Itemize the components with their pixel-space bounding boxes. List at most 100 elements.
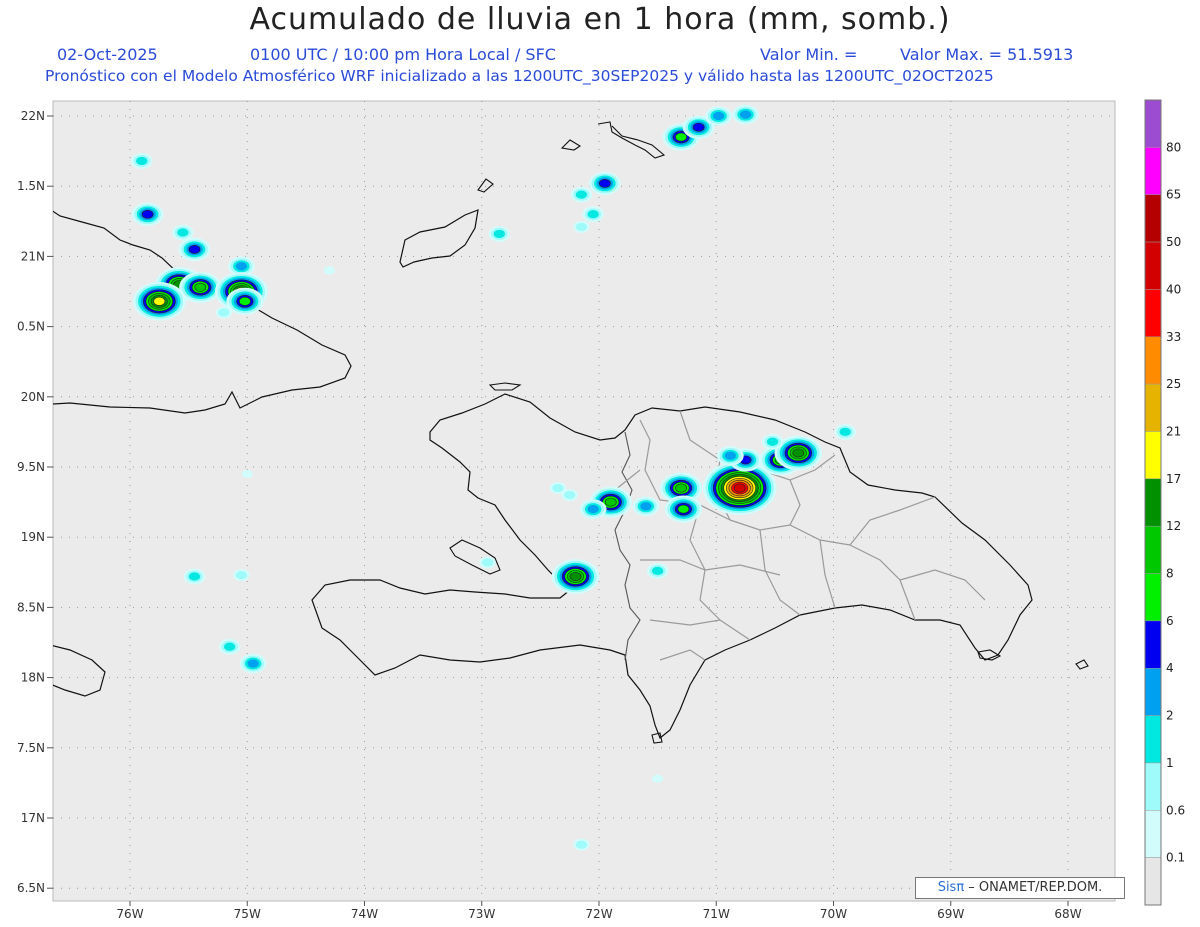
colorbar-swatch [1144, 762, 1162, 811]
rain-cell [479, 556, 496, 569]
colorbar-swatch [1144, 715, 1162, 764]
colorbar-swatch [1144, 810, 1162, 858]
rain-contour [241, 469, 253, 479]
lon-tick-label: 76W [116, 907, 143, 921]
lat-tick-label: 19N [21, 530, 45, 544]
colorbar-label: 0.6 [1166, 803, 1185, 817]
rain-cell [732, 104, 759, 125]
lon-tick-label: 69W [937, 907, 964, 921]
colorbar-label: 50 [1166, 235, 1181, 249]
colorbar-label: 40 [1166, 282, 1181, 296]
credit-brand: Sisπ [937, 880, 965, 895]
rain-cell [716, 445, 744, 466]
credit-box: Sisπ – ONAMET/REP.DOM. [915, 877, 1125, 899]
map-frame [52, 100, 1116, 902]
rain-cell [241, 469, 253, 479]
colorbar-swatch [1144, 857, 1162, 906]
rain-cell [632, 496, 660, 517]
rain-contour [564, 490, 576, 500]
rain-cell [226, 287, 264, 315]
rain-cell [582, 206, 604, 223]
rain-cell [573, 838, 590, 851]
colorbar-label: 17 [1166, 472, 1181, 486]
lat-tick-label: 22N [21, 109, 45, 123]
rain-contour [218, 308, 230, 317]
colorbar-swatch [1144, 478, 1162, 527]
rain-cell [171, 224, 194, 241]
rain-contour [675, 483, 687, 493]
colorbar-swatch [1144, 573, 1162, 622]
colorbar-swatch [1144, 289, 1162, 338]
rain-contour [323, 266, 335, 275]
rain-contour [587, 505, 599, 514]
rain-contour [136, 156, 148, 166]
lat-tick-label: 0.5N [17, 320, 45, 334]
rain-contour [239, 296, 251, 306]
colorbar-label: 65 [1166, 188, 1181, 202]
rain-cell [588, 171, 621, 196]
rain-contour [733, 483, 746, 493]
lat-tick-label: 17N [21, 811, 45, 825]
lon-tick-label: 73W [468, 907, 495, 921]
rain-contour [604, 497, 617, 507]
rain-contour [552, 483, 564, 493]
lon-tick-label: 71W [703, 907, 730, 921]
rain-contour [712, 111, 725, 121]
lat-tick-label: 21N [21, 249, 45, 263]
colorbar-label: 1 [1166, 756, 1174, 770]
rain-cell [233, 569, 250, 582]
rain-contour [141, 209, 154, 219]
colorbar-swatch [1144, 147, 1162, 195]
rain-contour [598, 178, 611, 188]
rain-contour [692, 122, 705, 132]
lon-tick-label: 74W [351, 907, 378, 921]
lat-tick-label: 1.5N [17, 179, 45, 193]
cuba-coast-inlet [36, 206, 52, 216]
rain-cell [179, 271, 222, 303]
colorbar-label: 80 [1166, 140, 1181, 154]
lon-tick-label: 75W [234, 907, 261, 921]
colorbar-swatch [1144, 241, 1162, 290]
rain-cell [834, 424, 857, 440]
rain-cell [178, 237, 211, 262]
rain-cell [561, 489, 578, 502]
colorbar-label: 12 [1166, 519, 1181, 533]
colorbar-label: 2 [1166, 709, 1174, 723]
rain-contour [652, 566, 664, 575]
rain-contour [766, 437, 779, 446]
rain-contour [569, 572, 582, 581]
colorbar-label: 6 [1166, 614, 1174, 628]
rain-contour [247, 659, 259, 668]
rainfall-map: 76W 75W 74W 73W 72W 71W 70W 69W 68W 22N 1.5N 21N 0.5… [17, 99, 1185, 921]
colorbar-swatch [1144, 336, 1162, 385]
rain-contour [724, 451, 736, 460]
rain-cell [705, 106, 732, 126]
colorbar-label: 25 [1166, 377, 1181, 391]
rain-cell [130, 153, 153, 169]
colorbar-swatch [1144, 431, 1162, 480]
lon-tick-label: 68W [1054, 907, 1081, 921]
colorbar-swatch [1144, 667, 1162, 716]
rain-contour [194, 282, 207, 292]
lat-tick-label: 9.5N [17, 460, 45, 474]
rain-contour [224, 642, 236, 651]
lat-tick-label: 20N [21, 390, 45, 404]
rain-cell [570, 186, 593, 203]
rain-contour [235, 262, 247, 271]
rain-cell [488, 226, 511, 242]
lon-tick-label: 70W [820, 907, 847, 921]
rain-contour [575, 190, 588, 199]
rain-contour [235, 571, 247, 580]
colorbar-swatch [1144, 383, 1162, 432]
colorbar-label: 0.1 [1166, 851, 1185, 865]
rain-contour [739, 110, 752, 119]
lon-tick-label: 72W [585, 907, 612, 921]
lat-tick-label: 8.5N [17, 600, 45, 614]
rain-contour [575, 840, 588, 849]
rain-contour [177, 228, 189, 237]
rain-cell [239, 653, 267, 674]
rain-contour [493, 229, 505, 239]
rain-cell [573, 220, 590, 233]
colorbar-label: 4 [1166, 661, 1174, 675]
colorbar-label: 8 [1166, 567, 1174, 581]
